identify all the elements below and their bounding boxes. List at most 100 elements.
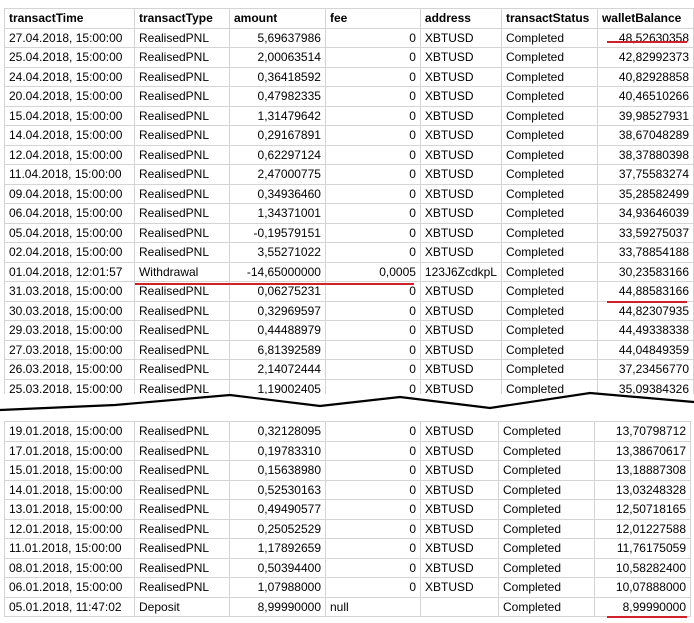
cell-amount[interactable]: -14,65000000 [228, 261, 326, 282]
cell-transact-status[interactable]: Completed [500, 242, 598, 263]
cell-address[interactable]: XBTUSD [419, 359, 502, 380]
cell-address[interactable]: XBTUSD [419, 164, 502, 185]
cell-fee[interactable]: 0 [324, 144, 421, 165]
cell-transact-status[interactable]: Completed [498, 479, 595, 500]
cell-amount[interactable]: 0,32969597 [228, 300, 326, 321]
cell-fee[interactable]: 0 [325, 499, 421, 520]
cell-wallet-balance[interactable]: 40,46510266 [596, 86, 694, 107]
cell-transact-time[interactable]: 05.04.2018, 15:00:00 [4, 222, 135, 243]
cell-amount[interactable]: 0,34936460 [228, 183, 326, 204]
cell-address[interactable]: XBTUSD [419, 300, 502, 321]
cell-transact-type[interactable]: RealisedPNL [134, 479, 230, 500]
cell-fee[interactable]: 0 [324, 203, 421, 224]
cell-transact-status[interactable]: Completed [500, 359, 598, 380]
cell-amount[interactable]: 0,62297124 [228, 144, 326, 165]
cell-transact-type[interactable]: RealisedPNL [134, 460, 230, 481]
cell-transact-type[interactable]: RealisedPNL [133, 242, 230, 263]
header-fee[interactable]: fee [324, 8, 421, 29]
cell-transact-status[interactable]: Completed [500, 105, 598, 126]
cell-fee[interactable]: 0 [324, 183, 421, 204]
cell-transact-time[interactable]: 29.03.2018, 15:00:00 [4, 320, 135, 341]
cell-address[interactable]: XBTUSD [420, 557, 499, 578]
cell-amount[interactable]: 3,55271022 [228, 242, 326, 263]
cell-transact-time[interactable]: 24.04.2018, 15:00:00 [4, 66, 135, 87]
cell-transact-time[interactable]: 26.03.2018, 15:00:00 [4, 359, 135, 380]
cell-amount[interactable]: 1,31479642 [228, 105, 326, 126]
cell-transact-type[interactable]: RealisedPNL [134, 538, 230, 559]
cell-wallet-balance[interactable]: 38,37880398 [596, 144, 694, 165]
cell-address[interactable]: XBTUSD [419, 47, 502, 68]
cell-transact-type[interactable]: RealisedPNL [134, 499, 230, 520]
cell-wallet-balance[interactable]: 35,28582499 [596, 183, 694, 204]
cell-wallet-balance[interactable]: 37,75583274 [596, 164, 694, 185]
cell-wallet-balance[interactable]: 12,01227588 [594, 518, 691, 539]
cell-transact-time[interactable]: 11.01.2018, 15:00:00 [4, 538, 135, 559]
cell-transact-status[interactable]: Completed [498, 460, 595, 481]
cell-wallet-balance[interactable]: 44,88583166 [596, 281, 694, 302]
cell-fee[interactable]: 0 [324, 47, 421, 68]
cell-address[interactable]: XBTUSD [419, 222, 502, 243]
cell-transact-type[interactable]: RealisedPNL [133, 105, 230, 126]
cell-transact-type[interactable]: Deposit [134, 596, 230, 617]
cell-wallet-balance[interactable]: 39,98527931 [596, 105, 694, 126]
cell-fee[interactable]: 0 [324, 320, 421, 341]
cell-amount[interactable]: 5,69637986 [228, 27, 326, 48]
cell-transact-time[interactable]: 15.04.2018, 15:00:00 [4, 105, 135, 126]
cell-transact-time[interactable]: 11.04.2018, 15:00:00 [4, 164, 135, 185]
cell-transact-type[interactable]: RealisedPNL [133, 86, 230, 107]
cell-address[interactable]: XBTUSD [420, 518, 499, 539]
cell-address[interactable]: XBTUSD [420, 421, 499, 442]
cell-transact-time[interactable]: 08.01.2018, 15:00:00 [4, 557, 135, 578]
cell-amount[interactable]: 0,25052529 [229, 518, 326, 539]
cell-fee[interactable]: 0 [325, 479, 421, 500]
cell-fee[interactable]: 0 [325, 518, 421, 539]
cell-transact-status[interactable]: Completed [500, 320, 598, 341]
cell-wallet-balance[interactable]: 34,93646039 [596, 203, 694, 224]
cell-transact-time[interactable]: 15.01.2018, 15:00:00 [4, 460, 135, 481]
cell-fee[interactable]: 0 [325, 421, 421, 442]
cell-transact-time[interactable]: 20.04.2018, 15:00:00 [4, 86, 135, 107]
cell-address[interactable]: XBTUSD [420, 440, 499, 461]
cell-transact-status[interactable]: Completed [500, 86, 598, 107]
cell-transact-type[interactable]: RealisedPNL [133, 144, 230, 165]
cell-wallet-balance[interactable]: 33,59275037 [596, 222, 694, 243]
cell-amount[interactable]: 1,17892659 [229, 538, 326, 559]
cell-amount[interactable]: 2,14072444 [228, 359, 326, 380]
cell-transact-status[interactable]: Completed [498, 577, 595, 598]
cell-transact-type[interactable]: RealisedPNL [133, 222, 230, 243]
cell-address[interactable]: XBTUSD [419, 125, 502, 146]
cell-amount[interactable]: 6,81392589 [228, 339, 326, 360]
cell-address[interactable]: XBTUSD [419, 183, 502, 204]
cell-transact-time[interactable]: 31.03.2018, 15:00:00 [4, 281, 135, 302]
cell-address[interactable]: XBTUSD [419, 144, 502, 165]
cell-fee[interactable]: null [325, 596, 421, 617]
cell-wallet-balance[interactable]: 10,07888000 [594, 577, 691, 598]
cell-transact-time[interactable]: 30.03.2018, 15:00:00 [4, 300, 135, 321]
cell-address[interactable]: XBTUSD [420, 499, 499, 520]
cell-wallet-balance[interactable]: 13,38670617 [594, 440, 691, 461]
cell-transact-status[interactable]: Completed [498, 538, 595, 559]
cell-transact-time[interactable]: 14.04.2018, 15:00:00 [4, 125, 135, 146]
cell-amount[interactable]: 0,49490577 [229, 499, 326, 520]
cell-fee[interactable]: 0 [324, 27, 421, 48]
cell-address[interactable]: XBTUSD [419, 320, 502, 341]
cell-transact-time[interactable]: 25.04.2018, 15:00:00 [4, 47, 135, 68]
cell-fee[interactable]: 0 [324, 300, 421, 321]
cell-transact-type[interactable]: RealisedPNL [133, 359, 230, 380]
cell-wallet-balance[interactable]: 44,04849359 [596, 339, 694, 360]
cell-transact-time[interactable]: 05.01.2018, 11:47:02 [4, 596, 135, 617]
cell-transact-time[interactable]: 12.01.2018, 15:00:00 [4, 518, 135, 539]
cell-transact-type[interactable]: RealisedPNL [133, 47, 230, 68]
cell-wallet-balance[interactable]: 10,58282400 [594, 557, 691, 578]
cell-address[interactable]: XBTUSD [419, 242, 502, 263]
cell-address[interactable]: XBTUSD [419, 105, 502, 126]
cell-wallet-balance[interactable]: 33,78854188 [596, 242, 694, 263]
cell-wallet-balance[interactable]: 37,23456770 [596, 359, 694, 380]
cell-transact-time[interactable]: 27.03.2018, 15:00:00 [4, 339, 135, 360]
cell-fee[interactable]: 0 [324, 125, 421, 146]
header-transact-type[interactable]: transactType [133, 8, 230, 29]
cell-transact-status[interactable]: Completed [500, 261, 598, 282]
cell-amount[interactable]: 0,47982335 [228, 86, 326, 107]
cell-amount[interactable]: 0,36418592 [228, 66, 326, 87]
cell-transact-status[interactable]: Completed [500, 164, 598, 185]
